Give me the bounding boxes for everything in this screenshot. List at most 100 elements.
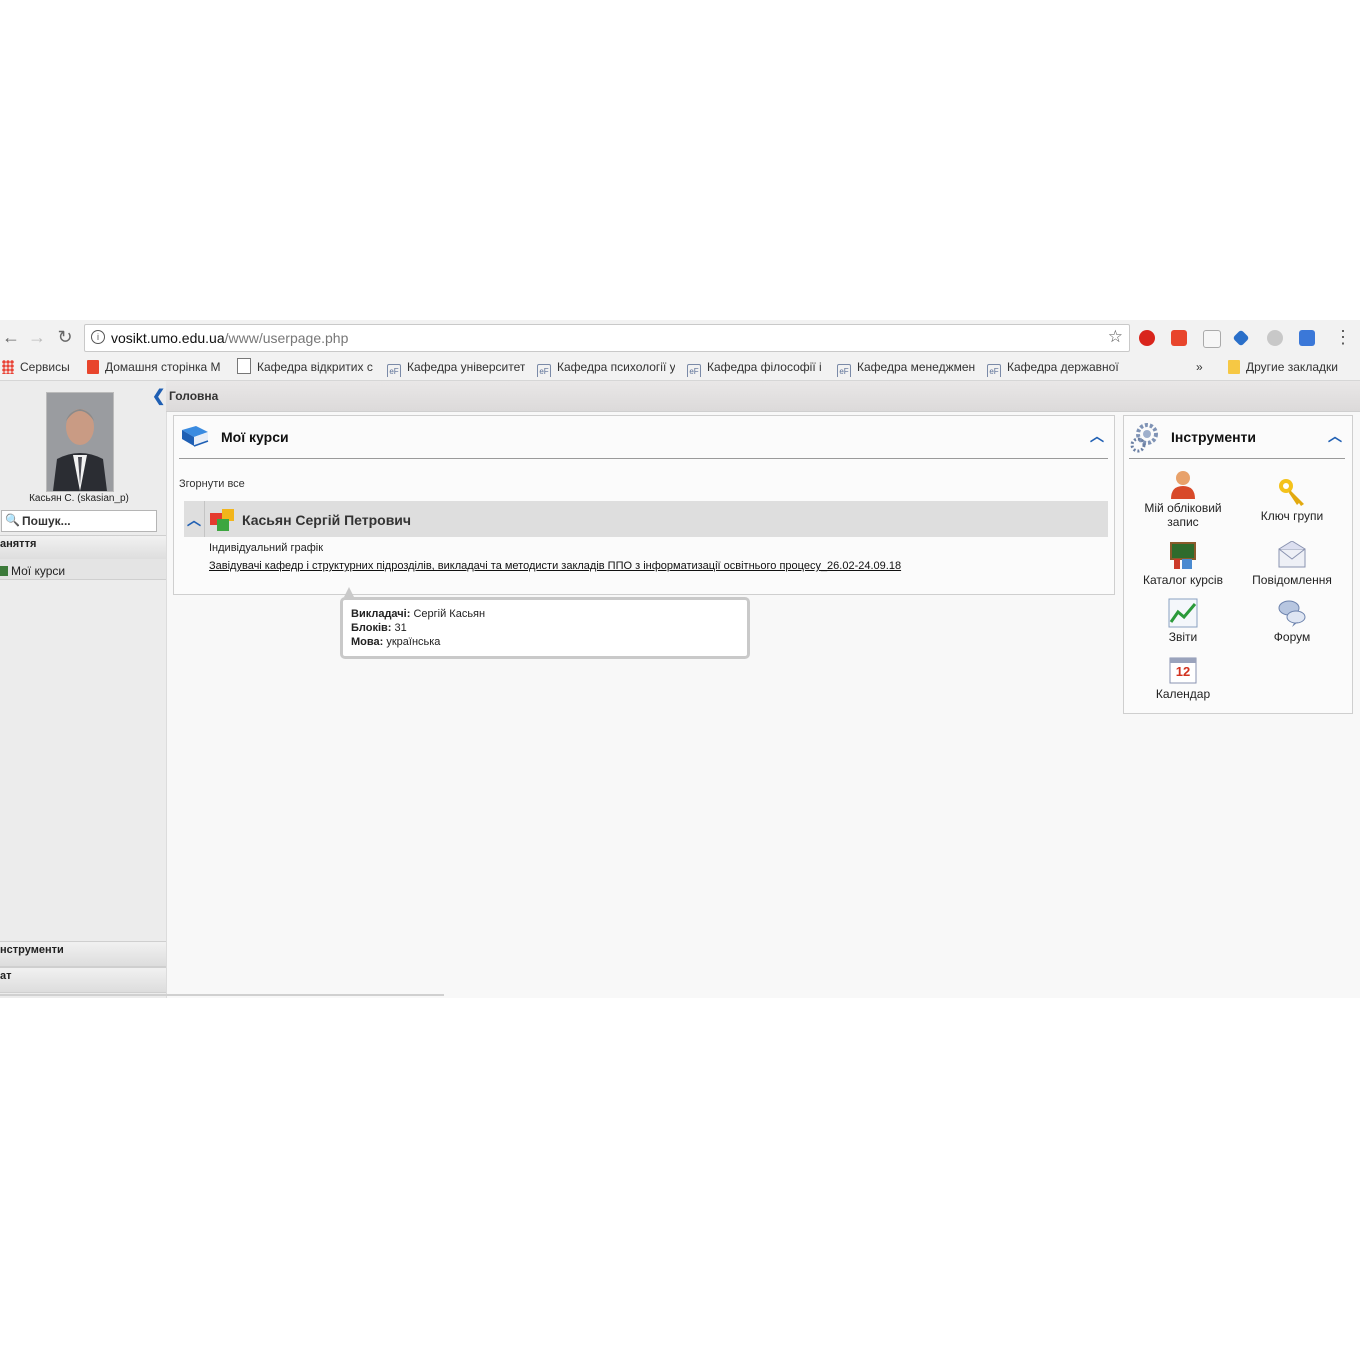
sidebar-section-tools[interactable]: нструменти (0, 941, 166, 967)
bookmarks-overflow[interactable]: » (1196, 357, 1210, 377)
ef-icon: eF (537, 364, 551, 377)
bookmark-item[interactable]: Домашня сторінка M (87, 357, 225, 377)
translate-icon[interactable] (1299, 330, 1315, 346)
tool-course-catalog[interactable]: Каталог курсів (1133, 541, 1233, 587)
url-host: vosikt.umo.edu.ua (111, 330, 225, 346)
panel-title: Мої курси (221, 429, 289, 445)
tool-label: Звіти (1168, 630, 1198, 644)
sidebar-section-lessons[interactable]: аняття (0, 535, 166, 561)
divider (0, 994, 444, 996)
bookmark-label: Кафедра державної (1007, 360, 1119, 374)
calendar-icon: 12 (1168, 655, 1198, 685)
sidebar-section-chat[interactable]: ат (0, 967, 166, 993)
bookmark-label: Кафедра філософії і (707, 360, 822, 374)
tooltip-arrow (344, 587, 354, 597)
other-bookmarks[interactable]: Другие закладки (1228, 357, 1348, 377)
envelope-icon (1277, 540, 1307, 571)
tooltip-value: Сергій Касьян (413, 608, 486, 620)
avatar[interactable] (46, 392, 114, 492)
tool-label: Повідомлення (1252, 573, 1332, 587)
tool-label: Каталог курсів (1143, 573, 1223, 587)
tool-reports[interactable]: Звіти (1133, 598, 1233, 644)
course-icon (0, 566, 8, 576)
chevron-up-icon[interactable]: ︿ (187, 510, 201, 530)
bookmark-item[interactable]: eF Кафедра менеджмен (837, 357, 975, 377)
reports-icon (1168, 598, 1198, 628)
tool-label: Календар (1155, 687, 1211, 701)
sidebar-item-label: Мої курси (11, 564, 66, 578)
schedule-label: Індивідуальний графік (209, 542, 324, 554)
bookmark-label: Кафедра психології у (557, 360, 675, 374)
search-icon: 🔍 (5, 513, 20, 527)
bookmark-label: Кафедра менеджмен (857, 360, 975, 374)
user-icon (1168, 469, 1198, 499)
tool-calendar[interactable]: 12 Календар (1133, 655, 1233, 701)
back-icon[interactable]: ← (0, 326, 22, 348)
tool-label: Форум (1273, 630, 1311, 644)
bookmark-star-icon[interactable]: ☆ (1108, 327, 1123, 347)
bookmark-item[interactable]: Сервисы (2, 357, 80, 377)
reload-icon[interactable]: ↻ (54, 326, 76, 348)
tooltip-value: українська (386, 636, 441, 648)
cloud-icon[interactable] (1267, 330, 1283, 346)
course-tooltip: Викладачі: Сергій Касьян Блоків: 31 Мова… (340, 597, 750, 659)
ef-icon: eF (837, 364, 851, 377)
menu-icon[interactable]: ⋮ (1334, 328, 1352, 346)
course-link[interactable]: Завідувачі кафедр і структурних підрозді… (209, 560, 901, 572)
search-input[interactable]: 🔍 Пошук... (1, 510, 157, 532)
ef-icon: eF (987, 364, 1001, 377)
tooltip-label: Викладачі: (351, 608, 411, 620)
back-chevron-icon[interactable]: ❮ (152, 386, 165, 406)
gears-icon (1129, 421, 1161, 453)
teacher-name: Касьян Сергій Петрович (242, 512, 412, 528)
bookmark-label: Кафедра відкритих с (257, 360, 373, 374)
bookmark-label: Сервисы (20, 360, 70, 374)
collapse-chevron-icon[interactable]: ︿ (1090, 426, 1104, 446)
bookmark-item[interactable]: eF Кафедра університет (387, 357, 525, 377)
other-bookmarks-label: Другие закладки (1246, 360, 1338, 374)
apps-icon (2, 360, 14, 374)
ef-icon: eF (687, 364, 701, 377)
ef-icon: eF (387, 364, 401, 377)
extension-icon[interactable] (1203, 330, 1221, 348)
forum-icon (1277, 598, 1307, 628)
page-icon (237, 358, 251, 374)
forward-icon[interactable]: → (26, 326, 48, 348)
tooltip-blocks: Блоків: 31 (351, 622, 407, 634)
bookmark-label: Домашня сторінка M (105, 360, 221, 374)
panel-title: Інструменти (1171, 429, 1257, 445)
collapse-chevron-icon[interactable]: ︿ (1328, 426, 1342, 446)
url-text: vosikt.umo.edu.ua/www/userpage.php (111, 330, 348, 346)
home-link[interactable]: Головна (169, 389, 218, 403)
key-icon (1277, 477, 1307, 507)
tooltip-label: Мова: (351, 636, 384, 648)
tool-group-key[interactable]: Ключ групи (1242, 477, 1342, 523)
tooltip-value: 31 (394, 622, 407, 634)
bookmark-item[interactable]: eF Кафедра психології у (537, 357, 675, 377)
bookmark-label: Кафедра університет (407, 360, 525, 374)
url-path: /www/userpage.php (224, 330, 349, 346)
folder-icon (1228, 360, 1240, 374)
address-bar[interactable]: i vosikt.umo.edu.ua/www/userpage.php ☆ (84, 324, 1130, 352)
tool-forum[interactable]: Форум (1242, 598, 1342, 644)
cubes-icon (208, 505, 238, 533)
bookmark-item[interactable]: eF Кафедра філософії і (687, 357, 825, 377)
book-icon (180, 424, 210, 448)
section-label: аняття (0, 538, 37, 550)
tooltip-language: Мова: українська (351, 636, 440, 648)
collapse-all-link[interactable]: Згорнути все (179, 478, 245, 490)
divider (1129, 458, 1345, 459)
tool-my-account[interactable]: Мій обліковий запис (1133, 469, 1233, 529)
search-placeholder: Пошук... (22, 514, 71, 528)
tool-label: Мій обліковий запис (1144, 501, 1222, 529)
adblock-icon[interactable] (1139, 330, 1155, 346)
bookmark-item[interactable]: Кафедра відкритих с (237, 357, 375, 377)
tool-messages[interactable]: Повідомлення (1242, 540, 1342, 587)
divider (179, 458, 1108, 459)
info-icon[interactable]: i (91, 330, 105, 344)
bookmark-item[interactable]: eF Кафедра державної (987, 357, 1125, 377)
bookmarks-bar: Сервисы Домашня сторінка M Кафедра відкр… (0, 357, 1360, 377)
section-label: нструменти (0, 944, 64, 956)
office-ext-icon[interactable] (1171, 330, 1187, 346)
sidebar-item-my-courses[interactable]: Мої курси (0, 562, 166, 580)
